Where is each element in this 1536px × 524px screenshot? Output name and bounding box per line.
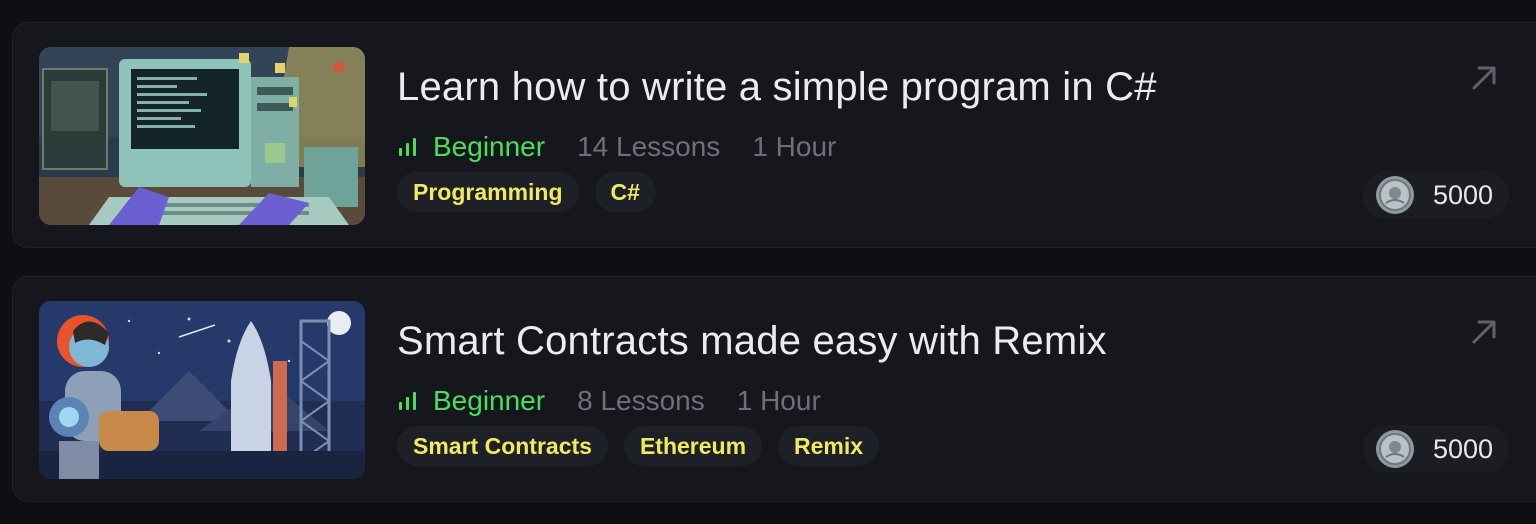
signal-bars-icon — [399, 138, 416, 156]
course-meta: Beginner 8 Lessons 1 Hour — [397, 383, 821, 419]
coin-icon — [1376, 430, 1414, 468]
signal-bars-icon — [399, 392, 416, 410]
tag[interactable]: Smart Contracts — [397, 426, 608, 466]
difficulty-level: Beginner — [433, 385, 546, 416]
reward-badge: 5000 — [1363, 425, 1509, 473]
course-thumbnail[interactable] — [39, 47, 365, 225]
course-title[interactable]: Learn how to write a simple program in C… — [397, 65, 1157, 110]
course-card[interactable]: Learn how to write a simple program in C… — [12, 22, 1536, 248]
course-card[interactable]: Smart Contracts made easy with Remix Beg… — [12, 276, 1536, 502]
course-title[interactable]: Smart Contracts made easy with Remix — [397, 319, 1107, 364]
difficulty-level: Beginner — [433, 131, 546, 162]
reward-amount: 5000 — [1433, 179, 1494, 210]
external-link-icon[interactable] — [1469, 63, 1499, 93]
reward-amount: 5000 — [1433, 433, 1494, 464]
external-link-icon[interactable] — [1469, 317, 1499, 347]
course-duration: 1 Hour — [752, 131, 837, 162]
coin-icon — [1376, 176, 1414, 214]
course-meta: Beginner 14 Lessons 1 Hour — [397, 129, 836, 165]
tag[interactable]: Ethereum — [623, 426, 763, 466]
tag[interactable]: Remix — [778, 426, 880, 466]
lesson-count: 14 Lessons — [577, 131, 721, 162]
course-duration: 1 Hour — [736, 385, 821, 416]
reward-badge: 5000 — [1363, 171, 1509, 219]
lesson-count: 8 Lessons — [577, 385, 705, 416]
tag-list: Smart Contracts Ethereum Remix — [397, 426, 880, 466]
tag[interactable]: Programming — [397, 172, 579, 212]
tag-list: Programming C# — [397, 172, 656, 212]
tag[interactable]: C# — [594, 172, 656, 212]
course-thumbnail[interactable] — [39, 301, 365, 479]
